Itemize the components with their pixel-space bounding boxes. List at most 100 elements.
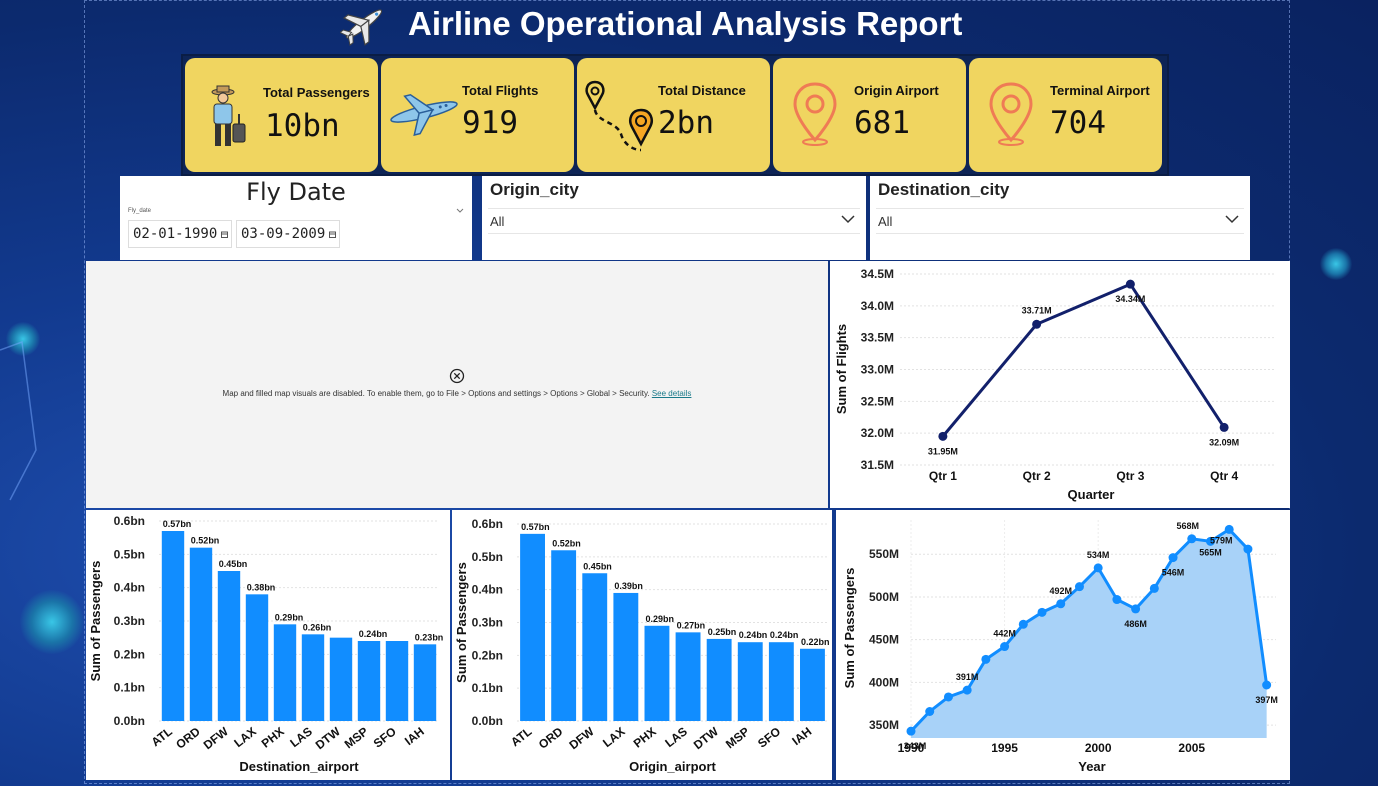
calendar-icon[interactable] (221, 231, 228, 238)
chevron-down-icon[interactable] (456, 208, 464, 214)
data-point (1056, 599, 1066, 609)
chevron-down-icon[interactable] (840, 213, 856, 225)
airplane-icon (340, 9, 383, 46)
bar (217, 571, 241, 721)
end-date-input[interactable]: 03-09-2009 (236, 220, 340, 248)
destination-city-dropdown[interactable]: All (876, 208, 1244, 234)
kpi-card-total-distance: Total Distance 2bn (577, 58, 770, 172)
y-tick-label: 0.4bn (114, 581, 145, 595)
calendar-icon[interactable] (329, 231, 336, 238)
y-tick-label: 450M (869, 633, 899, 647)
kpi-label: Origin Airport (854, 83, 939, 98)
x-tick-label: PHX (259, 724, 287, 750)
bar (551, 550, 577, 721)
x-tick-label: IAH (789, 724, 814, 748)
kpi-card-total-passengers: Total Passengers 10bn (185, 58, 378, 172)
location-pin-icon (989, 82, 1033, 146)
y-tick-label: 0.3bn (114, 614, 145, 628)
data-label: 0.57bn (521, 522, 550, 532)
data-label: 0.52bn (191, 536, 220, 546)
y-tick-label: 0.1bn (472, 681, 503, 695)
data-point (1125, 279, 1135, 289)
data-label: 0.45bn (583, 561, 612, 571)
data-point (938, 431, 948, 441)
data-label: 0.52bn (552, 538, 581, 548)
start-date-input[interactable]: 02-01-1990 (128, 220, 232, 248)
data-label: 0.25bn (708, 627, 737, 637)
y-tick-label: 34.0M (861, 299, 894, 313)
origin-city-dropdown[interactable]: All (488, 208, 860, 234)
x-tick-label: ORD (173, 724, 203, 752)
x-tick-label: PHX (631, 724, 659, 750)
series-line (941, 282, 1226, 438)
data-point (1074, 582, 1084, 592)
kpi-card-origin-airport: Origin Airport 681 (773, 58, 966, 172)
x-tick-label: MSP (723, 724, 752, 751)
y-tick-label: 500M (869, 590, 899, 604)
flights-by-quarter-chart: 31.5M 32.0M 32.5M 33.0M 33.5M 34.0M 34.5M 31.95… (830, 261, 1290, 508)
destination-airport-svg: 0.0bn 0.1bn 0.2bn 0.3bn 0.4bn 0.5bn 0.6bn 0.57b… (88, 514, 443, 774)
data-label: 0.29bn (275, 612, 304, 622)
x-tick-label: SFO (755, 724, 783, 750)
flights-by-quarter-svg: 31.5M 32.0M 32.5M 33.0M 33.5M 34.0M 34.5M 31.95… (834, 267, 1275, 502)
airplane-icon (390, 93, 458, 136)
slicer-title: Fly Date (246, 178, 346, 206)
y-tick-label: 0.1bn (114, 681, 145, 695)
data-label: 579M (1210, 535, 1233, 545)
kpi-value: 681 (854, 105, 910, 141)
chevron-down-icon[interactable] (1224, 213, 1240, 225)
data-label: 31.95M (928, 446, 958, 456)
bar (706, 638, 732, 721)
x-tick-label: 2000 (1085, 741, 1112, 755)
y-tick-label: 32.5M (861, 394, 894, 408)
bar (675, 632, 701, 721)
data-point (981, 654, 991, 664)
data-point (925, 706, 935, 716)
y-tick-label: 400M (869, 675, 899, 689)
y-tick-label: 31.5M (861, 458, 894, 472)
data-point (1000, 642, 1010, 652)
bar (385, 641, 409, 721)
bar (737, 642, 763, 721)
series-area (911, 529, 1267, 738)
data-label: 0.22bn (801, 637, 830, 647)
data-point (1018, 619, 1028, 629)
report-header: Airline Operational Analysis Report (340, 0, 1040, 48)
y-tick-label: 0.5bn (472, 550, 503, 564)
x-tick-label: DFW (566, 724, 597, 752)
kpi-card-total-flights: Total Flights 919 (381, 58, 574, 172)
origin-city-slicer: Origin_city All (482, 176, 866, 260)
bar (768, 642, 794, 721)
kpi-label: Terminal Airport (1050, 83, 1150, 98)
bar (245, 594, 269, 721)
data-label: 32.09M (1209, 437, 1239, 447)
y-tick-label: 350M (869, 718, 899, 732)
kpi-value: 919 (462, 105, 518, 141)
see-details-link[interactable]: See details (652, 389, 692, 398)
data-point (1168, 553, 1178, 563)
map-placeholder: Map and filled map visuals are disabled.… (86, 261, 828, 508)
passengers-by-year-svg: 350M400M450M500M550M1990 1995 2000 2005343M… (842, 520, 1278, 774)
x-tick-label: ORD (536, 724, 566, 752)
x-tick-label: Qtr 2 (1023, 469, 1051, 483)
map-message-text: Map and filled map visuals are disabled.… (222, 389, 650, 398)
destination-city-slicer: Destination_city All (870, 176, 1250, 260)
data-label: 565M (1199, 547, 1222, 557)
y-tick-label: 0.4bn (472, 583, 503, 597)
kpi-label: Total Distance (658, 83, 746, 98)
data-label: 442M (993, 629, 1016, 639)
x-axis-title: Destination_airport (239, 759, 359, 774)
data-point (1131, 604, 1141, 614)
data-point (1224, 524, 1234, 534)
data-label: 546M (1162, 568, 1185, 578)
x-tick-label: ATL (508, 724, 534, 749)
x-tick-label: ATL (149, 724, 175, 749)
data-label: 0.45bn (219, 559, 248, 569)
x-tick-label: DTW (691, 724, 722, 752)
data-label: 0.27bn (677, 620, 706, 630)
data-point (1219, 422, 1229, 432)
data-label: 0.29bn (646, 614, 675, 624)
kpi-value: 704 (1050, 105, 1106, 141)
x-axis-title: Quarter (1068, 487, 1115, 502)
location-pin-icon (793, 82, 837, 146)
